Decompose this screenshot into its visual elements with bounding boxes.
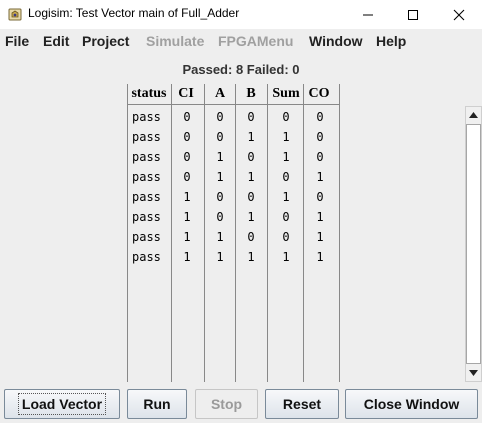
scroll-track[interactable]: [466, 124, 481, 364]
maximize-icon: [408, 9, 418, 20]
menu-simulate[interactable]: Simulate: [146, 33, 204, 49]
reset-label: Reset: [282, 396, 322, 412]
a-cell: 1: [216, 150, 224, 164]
b-cell: 1: [247, 130, 255, 144]
b-cell: 1: [247, 210, 255, 224]
sum-cell: 0: [282, 110, 290, 124]
ci-cell: 1: [183, 210, 191, 224]
column-header-a: A: [214, 86, 226, 101]
a-cell: 0: [216, 110, 224, 124]
close-icon: [453, 9, 465, 20]
load-vector-label: Load Vector: [17, 393, 107, 415]
sum-cell: 1: [282, 190, 290, 204]
column-header-status: status: [131, 86, 167, 101]
header-divider: [127, 104, 340, 105]
stop-button[interactable]: Stop: [195, 389, 258, 419]
scroll-down-button[interactable]: [466, 365, 481, 381]
column-divider: [267, 84, 268, 382]
ci-cell: 1: [183, 230, 191, 244]
stop-label: Stop: [210, 396, 243, 412]
co-cell: 0: [316, 190, 324, 204]
run-label: Run: [143, 396, 171, 412]
menu-window[interactable]: Window: [309, 33, 363, 49]
close-window-button[interactable]: Close Window: [345, 389, 478, 419]
b-cell: 0: [247, 110, 255, 124]
menu-edit[interactable]: Edit: [43, 33, 69, 49]
minimize-icon: [363, 14, 373, 15]
menu-project[interactable]: Project: [82, 33, 129, 49]
b-cell: 0: [247, 150, 255, 164]
menu-file[interactable]: File: [5, 33, 29, 49]
close-button[interactable]: [436, 0, 482, 29]
ci-cell: 1: [183, 190, 191, 204]
status-cell: pass: [132, 250, 161, 264]
status-cell: pass: [132, 210, 161, 224]
load-vector-button[interactable]: Load Vector: [4, 389, 120, 419]
menu-help[interactable]: Help: [376, 33, 406, 49]
title-bar: Logisim: Test Vector main of Full_Adder: [0, 0, 482, 29]
close-window-label: Close Window: [363, 396, 460, 412]
column-divider: [171, 84, 172, 382]
column-header-sum: Sum: [272, 86, 300, 101]
run-button[interactable]: Run: [127, 389, 187, 419]
ci-cell: 1: [183, 250, 191, 264]
status-cell: pass: [132, 110, 161, 124]
ci-cell: 0: [183, 170, 191, 184]
a-cell: 0: [216, 190, 224, 204]
co-cell: 0: [316, 150, 324, 164]
sum-cell: 0: [282, 210, 290, 224]
minimize-button[interactable]: [345, 0, 391, 29]
co-cell: 0: [316, 110, 324, 124]
sum-cell: 1: [282, 250, 290, 264]
column-divider: [127, 84, 128, 382]
status-cell: pass: [132, 150, 161, 164]
co-cell: 1: [316, 250, 324, 264]
window-title: Logisim: Test Vector main of Full_Adder: [28, 6, 240, 20]
a-cell: 0: [216, 210, 224, 224]
a-cell: 1: [216, 170, 224, 184]
menu-bar: File Edit Project Simulate FPGAMenu Wind…: [0, 29, 482, 53]
column-divider: [204, 84, 205, 382]
sum-cell: 1: [282, 150, 290, 164]
status-cell: pass: [132, 230, 161, 244]
b-cell: 0: [247, 190, 255, 204]
column-header-ci: CI: [178, 86, 194, 101]
a-cell: 1: [216, 230, 224, 244]
column-header-co: CO: [308, 86, 330, 101]
arrow-up-icon: [469, 112, 478, 118]
status-cell: pass: [132, 190, 161, 204]
co-cell: 0: [316, 130, 324, 144]
column-divider: [235, 84, 236, 382]
maximize-button[interactable]: [390, 0, 436, 29]
ci-cell: 0: [183, 150, 191, 164]
ci-cell: 0: [183, 130, 191, 144]
test-vector-table: status CI A B Sum CO pass 0 0 0 0 0 pass…: [127, 84, 340, 382]
sum-cell: 0: [282, 230, 290, 244]
status-cell: pass: [132, 130, 161, 144]
vertical-scrollbar[interactable]: [465, 106, 482, 382]
arrow-down-icon: [469, 370, 478, 376]
column-header-b: B: [246, 86, 256, 101]
status-cell: pass: [132, 170, 161, 184]
co-cell: 1: [316, 210, 324, 224]
ci-cell: 0: [183, 110, 191, 124]
scroll-up-button[interactable]: [466, 107, 481, 123]
b-cell: 1: [247, 250, 255, 264]
co-cell: 1: [316, 230, 324, 244]
a-cell: 1: [216, 250, 224, 264]
test-summary: Passed: 8 Failed: 0: [182, 62, 300, 77]
b-cell: 0: [247, 230, 255, 244]
sum-cell: 1: [282, 130, 290, 144]
reset-button[interactable]: Reset: [265, 389, 339, 419]
b-cell: 1: [247, 170, 255, 184]
co-cell: 1: [316, 170, 324, 184]
menu-fpgamenu[interactable]: FPGAMenu: [218, 33, 293, 49]
sum-cell: 0: [282, 170, 290, 184]
a-cell: 0: [216, 130, 224, 144]
column-divider: [303, 84, 304, 382]
column-divider: [339, 84, 340, 382]
logisim-app-icon: [8, 8, 22, 21]
